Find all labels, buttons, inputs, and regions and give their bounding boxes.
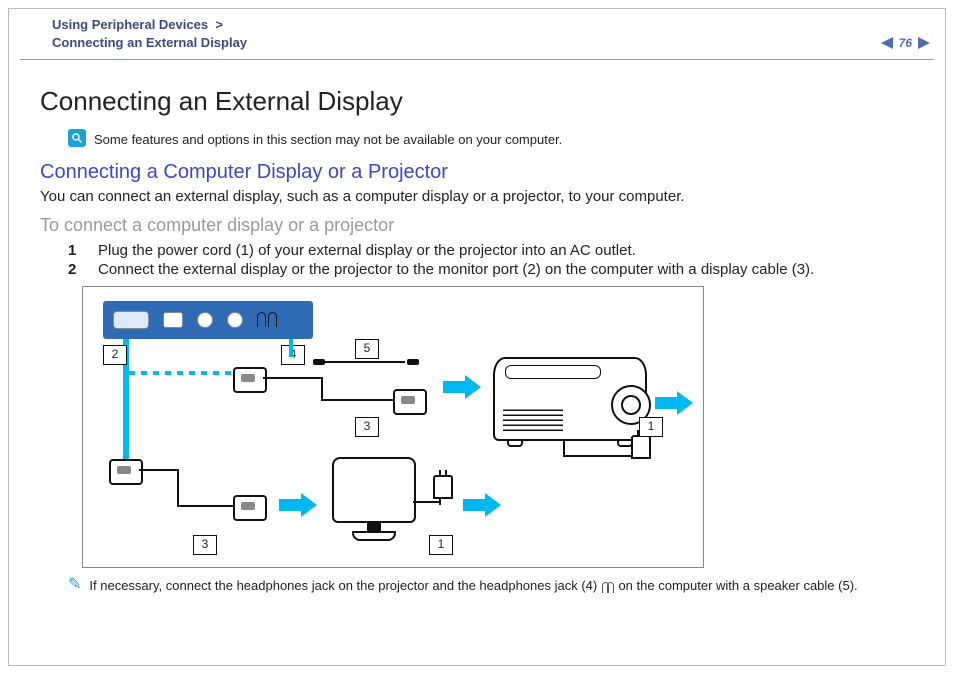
vga-connector-icon [109, 459, 143, 485]
callout-5: 5 [355, 339, 379, 359]
callout-1: 1 [429, 535, 453, 555]
vga-port-icon [113, 311, 149, 329]
cable-dotted [129, 371, 239, 375]
audio-plug-icon [407, 359, 419, 365]
arrow-right-icon [655, 391, 693, 415]
arrow-right-icon [279, 493, 317, 517]
arrow-right-icon [443, 375, 481, 399]
cable-segment [563, 439, 565, 455]
vga-connector-icon [233, 367, 267, 393]
callout-4: 4 [281, 345, 305, 365]
port-icon [163, 312, 183, 328]
callout-3: 3 [355, 417, 379, 437]
callout-3: 3 [193, 535, 217, 555]
callout-1: 1 [639, 417, 663, 437]
cable-segment [139, 469, 179, 471]
connection-diagram: 2 4 5 3 [82, 286, 704, 568]
cable-segment [325, 361, 405, 363]
vga-connector-icon [393, 389, 427, 415]
projector-icon [493, 357, 647, 441]
port-icon [197, 312, 213, 328]
callout-2: 2 [103, 345, 127, 365]
cable-segment [563, 455, 633, 457]
power-plug-icon [631, 435, 651, 459]
arrow-right-icon [463, 493, 501, 517]
audio-plug-icon [313, 359, 325, 365]
cable-segment [413, 501, 439, 503]
cable-segment [263, 377, 323, 379]
cable-segment [177, 469, 179, 505]
headphones-icon [257, 312, 277, 328]
cable-segment [123, 369, 129, 459]
cable-segment [321, 377, 323, 399]
vga-connector-icon [233, 495, 267, 521]
monitor-icon [331, 457, 417, 545]
headphones-icon [601, 581, 615, 593]
power-plug-icon [433, 475, 453, 499]
cable-segment [321, 399, 393, 401]
cable-segment [289, 339, 293, 357]
audio-jack-icon [227, 312, 243, 328]
cable-segment [177, 505, 233, 507]
computer-port-strip [103, 301, 313, 339]
